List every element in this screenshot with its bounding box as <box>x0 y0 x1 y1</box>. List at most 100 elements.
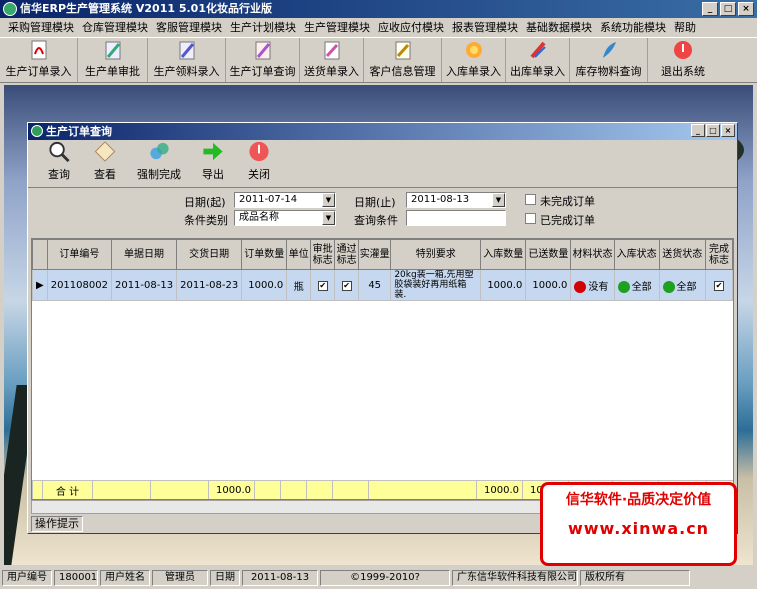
menu-purchase[interactable]: 采购管理模块 <box>4 18 78 37</box>
menu-basedata[interactable]: 基础数据模块 <box>522 18 596 37</box>
feather-pen-icon <box>602 42 616 58</box>
col-done[interactable]: 完成标志 <box>704 239 733 270</box>
toolbar-customer-button[interactable]: 客户信息管理 <box>364 38 442 82</box>
green-status-icon <box>617 280 630 293</box>
order-query-title: 生产订单查询 <box>46 125 112 138</box>
col-sent[interactable]: 已送数量 <box>525 239 572 270</box>
force-complete-button[interactable]: 强制完成 <box>128 140 190 186</box>
menu-help[interactable]: 帮助 <box>670 18 700 37</box>
user-no: 180001 <box>54 570 98 586</box>
col-unit[interactable]: 单位 <box>286 239 312 270</box>
finished-label: 已完成订单 <box>540 214 595 227</box>
toolbar-stockin-button[interactable]: 入库单录入 <box>442 38 506 82</box>
cell-approved[interactable]: ✔ <box>310 269 336 301</box>
date-from-field[interactable]: 2011-07-14 ▼ <box>234 192 336 208</box>
chevron-down-icon[interactable]: ▼ <box>322 211 335 225</box>
pdf-document-icon <box>31 40 46 60</box>
customer-pen-icon <box>395 41 410 60</box>
toolbar-inventory-button[interactable]: 库存物料查询 <box>570 38 648 82</box>
view-button[interactable]: 查看 <box>82 140 128 186</box>
query-button[interactable]: 查询 <box>36 140 82 186</box>
toolbar-delivery-button[interactable]: 送货单录入 <box>300 38 364 82</box>
query-input[interactable] <box>406 210 506 226</box>
col-order-no[interactable]: 订单编号 <box>46 239 112 270</box>
menu-finance[interactable]: 应收应付模块 <box>374 18 448 37</box>
child-minimize-button[interactable]: _ <box>691 124 705 137</box>
chevron-down-icon[interactable]: ▼ <box>492 193 505 207</box>
maximize-button[interactable]: □ <box>720 2 736 16</box>
rights: 版权所有 <box>580 570 690 586</box>
cell-special: 20kg装一箱,先用塑胶袋装好再用纸箱装. <box>390 269 482 301</box>
magnifier-icon <box>49 141 70 163</box>
cell-passed[interactable]: ✔ <box>334 269 360 301</box>
menu-bar: 采购管理模块 仓库管理模块 客服管理模块 生产计划模块 生产管理模块 应收应付模… <box>0 18 757 37</box>
date-to-field[interactable]: 2011-08-13 ▼ <box>406 192 506 208</box>
col-send-status[interactable]: 送货状态 <box>658 239 706 270</box>
col-filled[interactable]: 实灌量 <box>358 239 392 270</box>
toolbar-stockout-button[interactable]: 出库单录入 <box>506 38 570 82</box>
view-diamond-icon <box>94 141 116 162</box>
unfinished-checkbox[interactable] <box>525 194 536 205</box>
child-maximize-button[interactable]: □ <box>706 124 720 137</box>
approved-checkbox[interactable]: ✔ <box>317 280 328 291</box>
menu-plan[interactable]: 生产计划模块 <box>226 18 300 37</box>
col-doc-date[interactable]: 单据日期 <box>110 239 178 270</box>
menu-system[interactable]: 系统功能模块 <box>596 18 670 37</box>
col-stock-in[interactable]: 入库数量 <box>480 239 527 270</box>
order-query-window: 生产订单查询 _ □ × 查询 查看 强制完成 导出 关闭 日期(起) 2011… <box>27 122 738 534</box>
done-checkbox[interactable]: ✔ <box>713 280 724 291</box>
pen-approve-icon <box>105 41 120 60</box>
category-select[interactable]: 成品名称 ▼ <box>234 210 336 226</box>
cell-order-no: 201108002 <box>46 269 112 301</box>
app-title-bar: 信华ERP生产管理系统 V2011 5.01化妆品行业版 _ □ × <box>0 0 757 18</box>
finished-checkbox[interactable] <box>525 213 536 224</box>
filter-panel: 日期(起) 2011-07-14 ▼ 条件类别 成品名称 ▼ 日期(止) 2011-… <box>28 188 737 230</box>
main-toolbar: 生产订单录入 生产单审批 生产领料录入 生产订单查询 送货单录入 客户信息管理 … <box>0 37 757 83</box>
child-close-button[interactable]: × <box>721 124 735 137</box>
row-indicator-header <box>32 239 48 270</box>
cell-done[interactable]: ✔ <box>704 269 733 301</box>
operation-hint: 操作提示 <box>31 516 83 532</box>
menu-warehouse[interactable]: 仓库管理模块 <box>78 18 152 37</box>
passed-checkbox[interactable]: ✔ <box>341 280 352 291</box>
user-no-label: 用户编号 <box>2 570 52 586</box>
cell-doc-date: 2011-08-13 <box>110 269 178 301</box>
menu-production[interactable]: 生产管理模块 <box>300 18 374 37</box>
orders-grid: 订单编号 单据日期 交货日期 订单数量 单位 审批标志 通过标志 实灌量 特别要… <box>31 238 734 500</box>
date-from-label: 日期(起) <box>184 196 226 209</box>
col-material-status[interactable]: 材料状态 <box>570 239 615 270</box>
query-label: 查询条件 <box>354 214 398 227</box>
export-button[interactable]: 导出 <box>190 140 236 186</box>
menu-reports[interactable]: 报表管理模块 <box>448 18 522 37</box>
order-query-toolbar: 查询 查看 强制完成 导出 关闭 <box>28 140 737 188</box>
col-qty[interactable]: 订单数量 <box>241 239 288 270</box>
col-in-status[interactable]: 入库状态 <box>613 239 660 270</box>
toolbar-approve-button[interactable]: 生产单审批 <box>78 38 148 82</box>
close-power-icon <box>249 141 269 162</box>
cell-in-status: 全部 <box>613 269 660 301</box>
menu-service[interactable]: 客服管理模块 <box>152 18 226 37</box>
date-label: 日期 <box>210 570 240 586</box>
cell-delivery-date: 2011-08-23 <box>176 269 243 301</box>
toolbar-order-entry-button[interactable]: 生产订单录入 <box>0 38 78 82</box>
toolbar-order-query-button[interactable]: 生产订单查询 <box>226 38 300 82</box>
copyright: ©1999-2010? <box>320 570 450 586</box>
flower-document-icon <box>465 42 482 58</box>
totals-stock-in: 1000.0 <box>476 480 523 499</box>
col-special[interactable]: 特别要求 <box>390 239 482 270</box>
row-pointer-icon: ▶ <box>32 269 48 301</box>
close-button[interactable]: 关闭 <box>236 140 282 186</box>
col-delivery-date[interactable]: 交货日期 <box>176 239 243 270</box>
minimize-button[interactable]: _ <box>702 2 718 16</box>
toolbar-material-button[interactable]: 生产领料录入 <box>148 38 226 82</box>
cell-filled: 45 <box>358 269 392 301</box>
chevron-down-icon[interactable]: ▼ <box>322 193 335 207</box>
pen-document-icon <box>179 41 194 60</box>
table-row[interactable]: ▶ 201108002 2011-08-13 2011-08-23 1000.0… <box>32 269 733 301</box>
col-passed[interactable]: 通过标志 <box>334 239 360 270</box>
order-query-title-bar: 生产订单查询 _ □ × <box>28 123 737 140</box>
close-window-button[interactable]: × <box>738 2 754 16</box>
green-status-icon <box>662 280 675 293</box>
col-approved[interactable]: 审批标志 <box>310 239 336 270</box>
toolbar-exit-button[interactable]: 退出系统 <box>648 38 718 82</box>
